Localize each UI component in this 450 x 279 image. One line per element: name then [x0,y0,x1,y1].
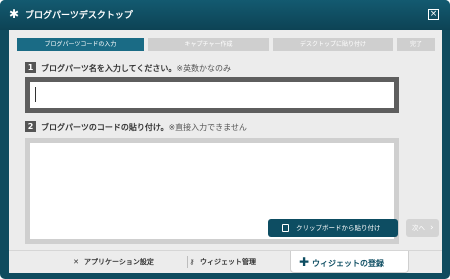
step-complete[interactable]: 完了 [397,38,435,51]
section-label: ブログパーツのコードの貼り付け。※直接入力できません [41,122,247,133]
step-desktop-paste[interactable]: デスクトップに貼り付け [273,38,393,51]
section-label-text: ブログパーツのコードの貼り付け。 [41,123,169,132]
chevron-right-icon: › [430,223,434,233]
section-number: 1 [25,62,36,73]
clipboard-paste-button[interactable]: クリップボードから貼り付け [268,219,398,237]
section-number: 2 [25,121,36,132]
main-panel: ブログパーツコードの入力 キャプチャー作成 デスクトップに貼り付け 完了 1 ブ… [9,30,442,250]
bottom-tab-bar: ✕ アプリケーション設定 ⚷ ウィジェット管理 ✚ ウィジェットの登録 [9,250,442,273]
tab-app-settings[interactable]: ✕ アプリケーション設定 [71,251,154,273]
tools-icon: ✕ [73,258,79,266]
next-label: 次へ [412,224,425,232]
step-code-input[interactable]: ブログパーツコードの入力 [17,38,144,51]
key-icon: ⚷ [189,258,195,266]
tab-label: ウィジェット管理 [200,258,256,266]
tab-label: ウィジェットの登録 [312,259,384,268]
tab-widget-management[interactable]: ⚷ ウィジェット管理 [187,251,256,273]
tab-label: アプリケーション設定 [84,258,154,266]
next-button[interactable]: 次へ › [406,219,439,237]
step-capture[interactable]: キャプチャー作成 [148,38,269,51]
app-window: ✱ ブログパーツデスクトップ × ブログパーツコードの入力 キャプチャー作成 デ… [0,0,450,279]
section-note: ※英数かなのみ [176,64,232,73]
section-note: ※直接入力できません [168,123,247,132]
clipboard-paste-label: クリップボードから貼り付け [296,224,381,232]
clipboard-icon [282,224,289,232]
gear-plus-icon: ✚ [299,255,310,269]
gear-icon: ✱ [9,7,20,21]
title-bar: ✱ ブログパーツデスクトップ × [0,0,450,30]
blog-parts-name-input[interactable] [25,77,399,113]
close-button[interactable]: × [428,9,439,20]
window-title: ブログパーツデスクトップ [25,11,133,21]
tab-widget-register[interactable]: ✚ ウィジェットの登録 [290,251,409,273]
section-label: ブログパーツ名を入力してください。※英数かなのみ [41,63,231,74]
section-label-text: ブログパーツ名を入力してください。 [41,64,177,73]
text-cursor [35,87,36,102]
